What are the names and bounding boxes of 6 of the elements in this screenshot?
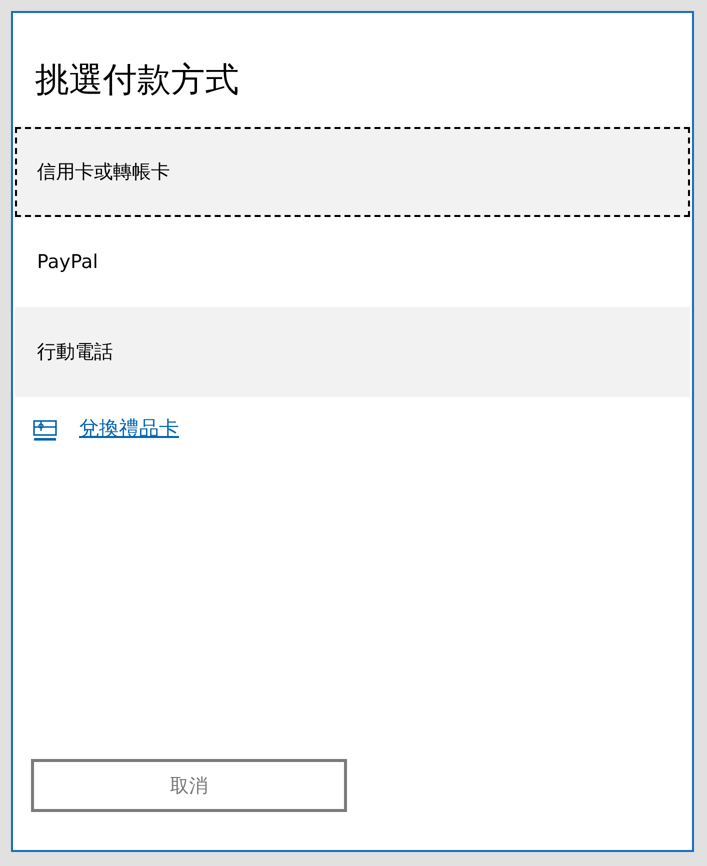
payment-option[interactable]: PayPal: [15, 217, 690, 307]
payment-option[interactable]: 行動電話: [15, 307, 690, 397]
payment-option[interactable]: 信用卡或轉帳卡: [15, 127, 690, 217]
dialog-title: 挑選付款方式: [35, 59, 239, 101]
redeem-gift-card-link[interactable]: 兌換禮品卡: [79, 415, 179, 442]
cancel-button[interactable]: 取消: [31, 759, 347, 812]
